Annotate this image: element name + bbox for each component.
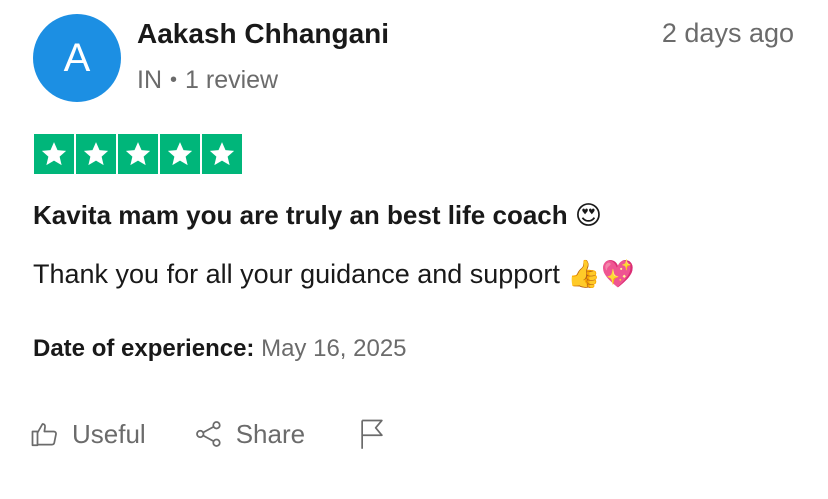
star-icon: [34, 134, 74, 174]
posted-time: 2 days ago: [661, 18, 794, 48]
review-actions: Useful Share: [30, 418, 387, 450]
date-of-experience: Date of experience: May 16, 2025: [33, 335, 407, 363]
share-icon: [194, 419, 224, 449]
reviewer-country: IN: [137, 66, 162, 94]
thumbs-heart-emoji-icon: 👍💖: [567, 259, 635, 290]
avatar-initial: A: [63, 35, 91, 80]
share-label: Share: [235, 418, 306, 449]
star-icon: [118, 134, 158, 174]
star-icon: [160, 134, 200, 174]
review-body-text: Thank you for all your guidance and supp…: [33, 259, 560, 289]
heart-eyes-emoji-icon: 😍: [574, 201, 602, 231]
review-title: Kavita mam you are truly an best life co…: [33, 200, 602, 231]
avatar[interactable]: A: [33, 14, 121, 102]
flag-icon: [357, 418, 387, 450]
star-rating: [34, 134, 242, 174]
star-icon: [202, 134, 242, 174]
meta-separator: •: [170, 69, 178, 91]
review-body: Thank you for all your guidance and supp…: [33, 258, 635, 290]
reviewer-review-count: 1 review: [185, 66, 279, 94]
reviewer-meta: IN • 1 review: [137, 66, 278, 95]
useful-button[interactable]: Useful: [30, 419, 146, 450]
reviewer-name[interactable]: Aakash Chhangani: [137, 18, 389, 50]
report-button[interactable]: [357, 418, 387, 450]
star-icon: [76, 134, 116, 174]
date-of-experience-label: Date of experience:: [33, 335, 255, 362]
thumbs-up-icon: [30, 419, 60, 449]
date-of-experience-value: May 16, 2025: [261, 335, 407, 362]
review-title-text: Kavita mam you are truly an best life co…: [33, 200, 568, 230]
useful-label: Useful: [72, 418, 146, 449]
share-button[interactable]: Share: [194, 419, 305, 450]
